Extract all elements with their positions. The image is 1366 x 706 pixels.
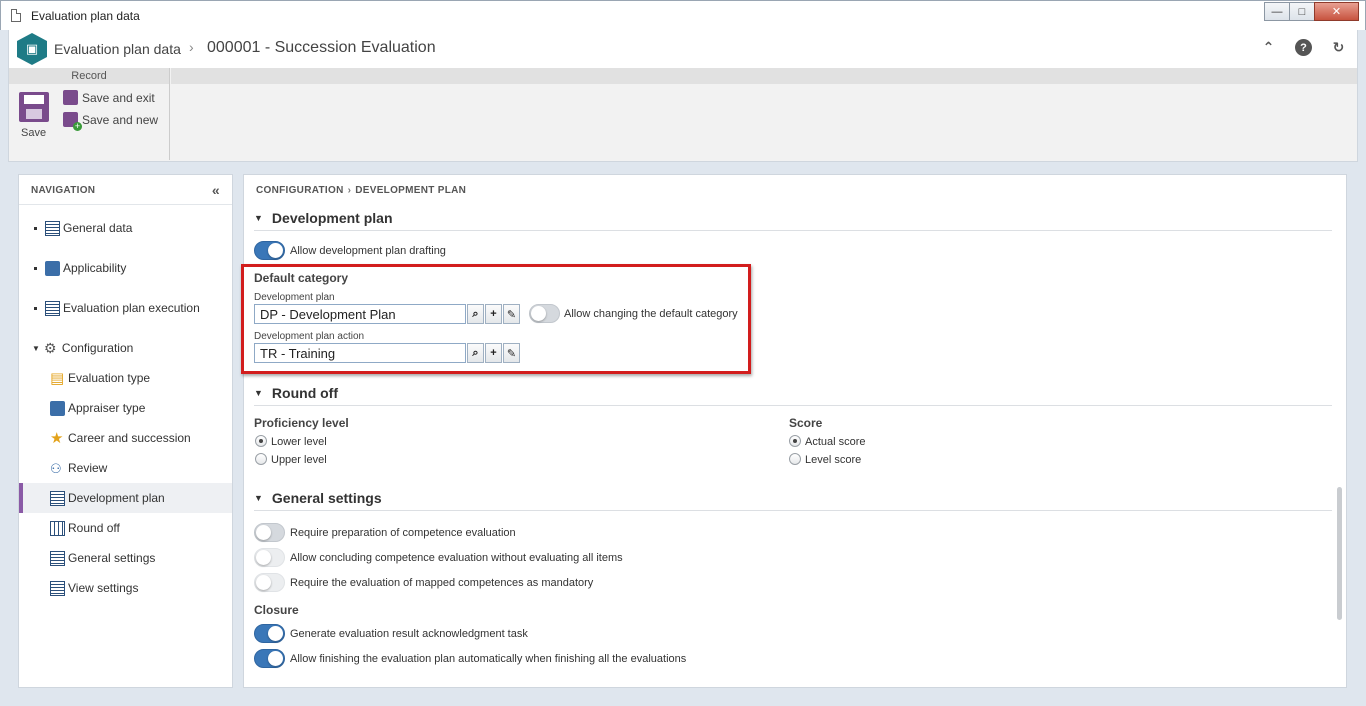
development-plan-icon — [50, 490, 65, 506]
view-settings-icon — [50, 580, 65, 596]
ribbon-toolbar: Record Save Save and exit Save and new — [8, 68, 1358, 162]
section-breadcrumb: CONFIGURATION › DEVELOPMENT PLAN — [256, 185, 467, 196]
require-preparation-toggle[interactable] — [254, 523, 285, 542]
document-icon — [11, 9, 21, 22]
app-logo-icon: ▣ — [17, 33, 47, 65]
default-category-label: Default category — [254, 271, 349, 285]
gear-icon: ⚙ — [43, 339, 57, 356]
save-and-exit-button[interactable]: Save and exit — [63, 90, 155, 105]
applicability-icon — [45, 260, 60, 276]
allow-finishing-automatically-toggle[interactable] — [254, 649, 285, 668]
save-button[interactable]: Save — [19, 92, 51, 139]
maximize-button[interactable]: □ — [1289, 2, 1315, 21]
section-general-settings[interactable]: ▼ General settings — [254, 490, 382, 506]
window-title: Evaluation plan data — [31, 9, 140, 23]
breadcrumb-root[interactable]: Evaluation plan data — [54, 41, 181, 57]
header-actions: ⌃ ? ↻ — [1260, 39, 1347, 56]
allow-change-category-label: Allow changing the default category — [564, 308, 738, 320]
nav-item-general-settings[interactable]: General settings — [19, 543, 232, 573]
refresh-icon[interactable]: ↻ — [1330, 39, 1347, 56]
generate-acknowledgment-toggle[interactable] — [254, 624, 285, 643]
main-scrollbar[interactable] — [1337, 487, 1342, 620]
nav-item-evaluation-type[interactable]: ▤ Evaluation type — [19, 363, 232, 393]
calculator-icon — [50, 520, 65, 536]
proficiency-level-label: Proficiency level — [254, 416, 349, 430]
star-icon: ★ — [50, 429, 64, 447]
plan-field-label: Development plan — [254, 292, 335, 303]
nav-item-review[interactable]: ⚇ Review — [19, 453, 232, 483]
search-icon[interactable]: ⌕ — [467, 304, 484, 324]
close-button[interactable]: ✕ — [1314, 2, 1359, 21]
radio-lower-level[interactable] — [255, 435, 267, 447]
add-icon[interactable]: + — [485, 343, 502, 363]
allow-concluding-toggle[interactable] — [254, 548, 285, 567]
collapse-nav-icon[interactable]: « — [212, 182, 220, 198]
nav-item-view-settings[interactable]: View settings — [19, 573, 232, 603]
development-plan-field[interactable]: DP - Development Plan — [254, 304, 466, 324]
navigation-header: NAVIGATION « — [19, 175, 232, 205]
require-mapped-competences-toggle[interactable] — [254, 573, 285, 592]
nav-item-development-plan[interactable]: Development plan — [19, 483, 232, 513]
nav-item-evaluation-plan-execution[interactable]: Evaluation plan execution — [19, 293, 232, 323]
window-titlebar: Evaluation plan data — □ ✕ — [0, 0, 1366, 30]
app-header: ▣ Evaluation plan data › 000001 - Succes… — [8, 30, 1358, 68]
settings-icon — [50, 550, 65, 566]
page-title: 000001 - Succession Evaluation — [207, 39, 436, 56]
section-collapse-icon: ▼ — [254, 213, 263, 223]
people-icon: ⚇ — [50, 460, 62, 476]
nav-item-applicability[interactable]: Applicability — [19, 253, 232, 283]
clear-icon[interactable]: ✎ — [503, 304, 520, 324]
allow-change-category-toggle[interactable] — [529, 304, 560, 323]
score-label: Score — [789, 416, 823, 430]
nav-item-configuration[interactable]: ▼ ⚙ Configuration — [19, 333, 232, 363]
closure-label: Closure — [254, 603, 299, 617]
list-icon — [45, 220, 60, 236]
save-exit-icon — [63, 90, 78, 105]
navigation-panel: NAVIGATION « General data Applicability … — [18, 174, 233, 688]
execution-icon — [45, 300, 60, 316]
radio-actual-score[interactable] — [789, 435, 801, 447]
save-and-new-button[interactable]: Save and new — [63, 112, 158, 131]
minimize-button[interactable]: — — [1264, 2, 1290, 21]
main-panel: CONFIGURATION › DEVELOPMENT PLAN ▼ Develop… — [243, 174, 1347, 688]
nav-item-career-and-succession[interactable]: ★ Career and succession — [19, 423, 232, 453]
collapse-up-icon[interactable]: ⌃ — [1260, 39, 1277, 56]
radio-level-score[interactable] — [789, 453, 801, 465]
add-icon[interactable]: + — [485, 304, 502, 324]
section-development-plan[interactable]: ▼ Development plan — [254, 210, 393, 226]
radio-upper-level[interactable] — [255, 453, 267, 465]
section-round-off[interactable]: ▼ Round off — [254, 385, 338, 401]
expanded-arrow-icon[interactable]: ▼ — [32, 344, 40, 353]
clear-icon[interactable]: ✎ — [503, 343, 520, 363]
nav-item-appraiser-type[interactable]: Appraiser type — [19, 393, 232, 423]
save-label: Save — [21, 127, 47, 139]
appraiser-icon — [50, 400, 65, 416]
nav-item-round-off[interactable]: Round off — [19, 513, 232, 543]
help-icon[interactable]: ? — [1295, 39, 1312, 56]
section-collapse-icon: ▼ — [254, 493, 263, 503]
search-icon[interactable]: ⌕ — [467, 343, 484, 363]
breadcrumb-separator: › — [189, 39, 194, 55]
save-new-icon — [63, 112, 82, 131]
development-plan-action-field[interactable]: TR - Training — [254, 343, 466, 363]
action-field-label: Development plan action — [254, 331, 365, 342]
evaluation-type-icon: ▤ — [50, 369, 65, 387]
nav-item-general-data[interactable]: General data — [19, 213, 232, 243]
ribbon-group-record: Record — [9, 68, 169, 84]
section-collapse-icon: ▼ — [254, 388, 263, 398]
save-disk-icon — [19, 92, 49, 122]
window-controls: — □ ✕ — [1264, 2, 1359, 21]
allow-drafting-toggle[interactable] — [254, 241, 285, 260]
allow-drafting-label: Allow development plan drafting — [290, 245, 446, 257]
